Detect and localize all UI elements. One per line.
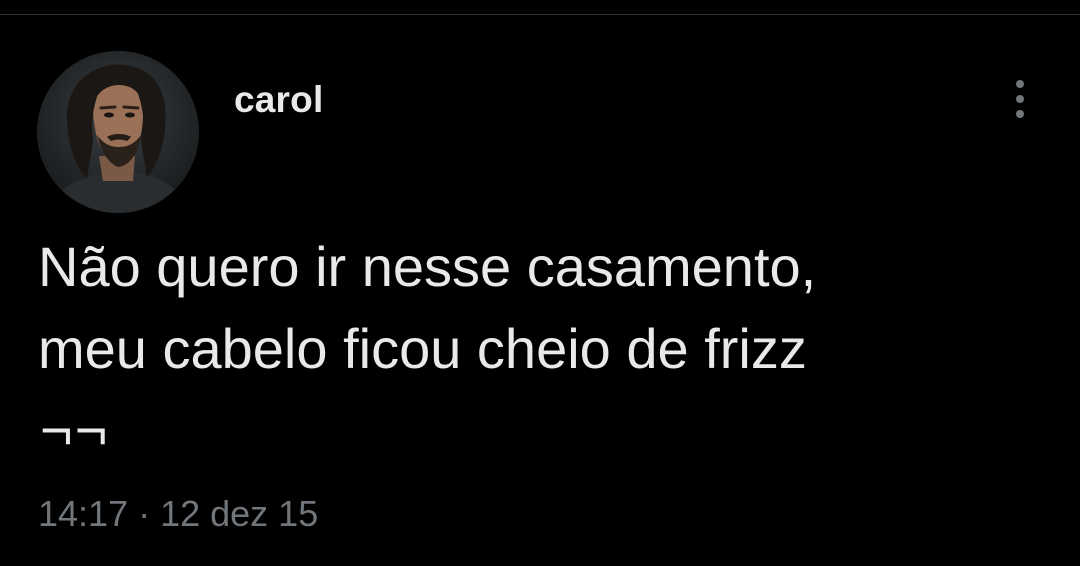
emoticon-text: ¬¬ xyxy=(40,398,110,461)
top-divider xyxy=(0,14,1080,15)
avatar[interactable] xyxy=(37,51,199,213)
tweet-text: Não quero ir nesse casamento, meu cabelo… xyxy=(38,226,1048,390)
more-vertical-icon xyxy=(1016,80,1024,88)
more-vertical-icon-dot xyxy=(1016,110,1024,118)
tweet-text-line: Não quero ir nesse casamento, xyxy=(38,235,817,298)
tweet-text-line: meu cabelo ficou cheio de frizz xyxy=(38,317,807,380)
tweet-timestamp[interactable]: 14:17 · 12 dez 15 xyxy=(38,493,318,535)
meta-separator: · xyxy=(138,493,151,534)
more-options-button[interactable] xyxy=(1004,78,1036,120)
emoticon: ¬¬ xyxy=(40,398,110,461)
more-vertical-icon-dot xyxy=(1016,95,1024,103)
tweet-time: 14:17 xyxy=(38,493,129,534)
tweet-date: 12 dez 15 xyxy=(160,493,319,534)
author-name[interactable]: carol xyxy=(234,79,323,121)
avatar-image xyxy=(37,51,199,213)
